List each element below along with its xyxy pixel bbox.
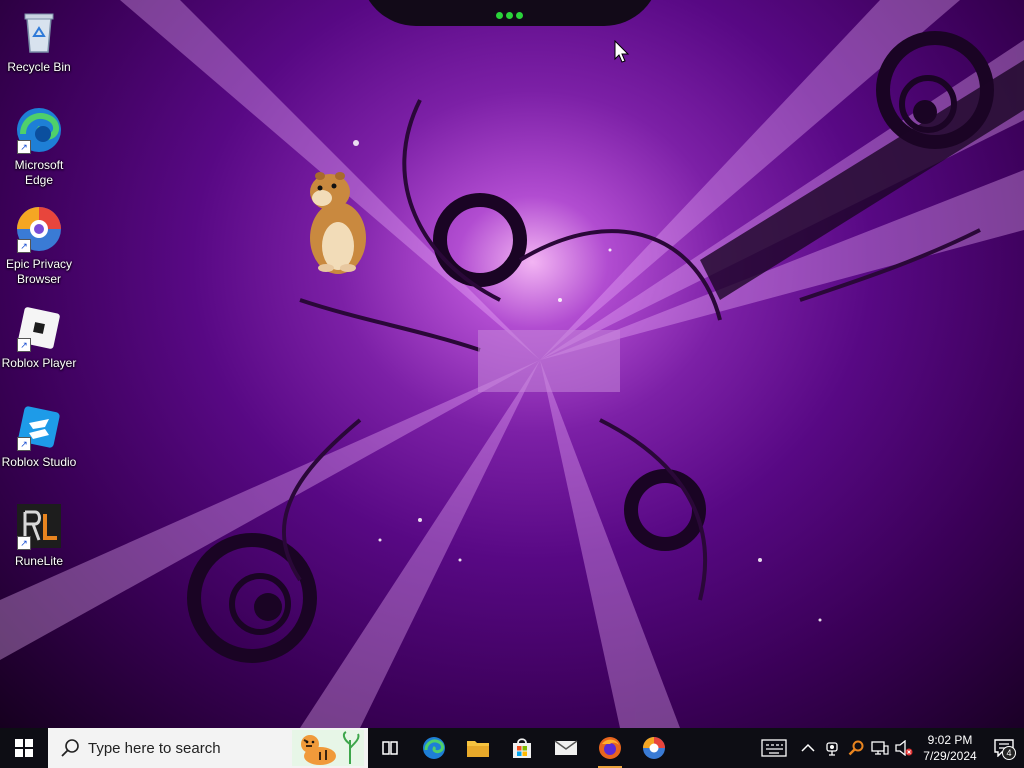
desktop-icon-epic-privacy-browser[interactable]: ↗ Epic Privacy Browser (1, 205, 77, 287)
chevron-up-icon (801, 743, 815, 752)
desktop-icon-label: Roblox Studio (1, 455, 77, 469)
shortcut-arrow-icon: ↗ (17, 239, 31, 253)
search-placeholder: Type here to search (88, 739, 221, 757)
taskbar-epic-privacy-browser[interactable] (632, 728, 676, 768)
mouse-cursor-icon (614, 40, 630, 63)
taskbar-firefox[interactable] (588, 728, 632, 768)
shortcut-arrow-icon: ↗ (17, 536, 31, 550)
roblox-icon: ↗ (15, 304, 63, 352)
volume-muted-icon (895, 740, 913, 756)
desktop-icon-recycle-bin[interactable]: Recycle Bin (1, 8, 77, 75)
firefox-icon (599, 737, 621, 759)
epic-browser-icon: ↗ (15, 205, 63, 253)
system-tray: 9:02 PM 7/29/2024 4 (752, 728, 1024, 768)
edge-icon (423, 737, 445, 759)
taskbar: Type here to search 9:02 PM 7/29/2024 4 (0, 728, 1024, 768)
edge-icon: ↗ (15, 106, 63, 154)
taskbar-file-explorer[interactable] (456, 728, 500, 768)
start-button[interactable] (0, 728, 48, 768)
keyboard-icon (761, 739, 787, 757)
tray-search-app-button[interactable] (844, 728, 868, 768)
desktop-icon-label: Microsoft Edge (14, 158, 64, 187)
desktop-icon-label: Recycle Bin (7, 60, 71, 74)
runelite-icon: ↗ (15, 502, 63, 550)
desktop-icon-microsoft-edge[interactable]: ↗ Microsoft Edge (1, 106, 77, 188)
roblox-studio-icon: ↗ (15, 403, 63, 451)
shortcut-arrow-icon: ↗ (17, 437, 31, 451)
folder-icon (467, 741, 489, 757)
search-highlight-tiger-icon[interactable] (292, 730, 364, 766)
tray-volume-button[interactable] (892, 728, 916, 768)
desktop-icon-label: RuneLite (14, 554, 64, 568)
clock-date: 7/29/2024 (923, 749, 977, 763)
notification-count-badge: 4 (1002, 746, 1016, 760)
task-view-button[interactable] (368, 728, 412, 768)
store-icon (513, 738, 531, 758)
desktop-icon-label: Roblox Player (1, 356, 77, 370)
action-center-button[interactable]: 4 (984, 728, 1024, 768)
status-dots (496, 6, 526, 19)
desktop-icon-label: Epic Privacy Browser (5, 257, 73, 286)
hamster-desktop-pet[interactable] (296, 168, 376, 278)
shortcut-arrow-icon: ↗ (17, 338, 31, 352)
taskbar-edge[interactable] (412, 728, 456, 768)
magnifier-tool-icon (848, 740, 864, 756)
search-icon (61, 739, 79, 757)
webcam-icon (826, 742, 838, 756)
task-view-icon (382, 741, 398, 755)
tray-network-button[interactable] (868, 728, 892, 768)
clock-time: 9:02 PM (927, 733, 973, 747)
show-hidden-icons-button[interactable] (796, 728, 820, 768)
network-icon (871, 741, 889, 755)
touch-keyboard-button[interactable] (752, 728, 796, 768)
taskbar-search-box[interactable]: Type here to search (48, 728, 368, 768)
tray-webcam-button[interactable] (820, 728, 844, 768)
desktop-wallpaper: Recycle Bin ↗ Microsoft Edge ↗ Epic Priv… (0, 0, 1024, 728)
mail-icon (554, 740, 578, 755)
epic-browser-icon (643, 737, 665, 759)
recycle-bin-icon (15, 8, 63, 56)
desktop-icon-roblox-player[interactable]: ↗ Roblox Player (1, 304, 77, 371)
taskbar-microsoft-store[interactable] (500, 728, 544, 768)
windows-logo-icon (15, 739, 33, 757)
shortcut-arrow-icon: ↗ (17, 140, 31, 154)
wallpaper-art (0, 0, 1024, 728)
top-banner-notch (360, 0, 660, 26)
desktop-icon-roblox-studio[interactable]: ↗ Roblox Studio (1, 403, 77, 470)
desktop-icon-runelite[interactable]: ↗ RuneLite (1, 502, 77, 569)
taskbar-mail[interactable] (544, 728, 588, 768)
taskbar-clock[interactable]: 9:02 PM 7/29/2024 (916, 732, 984, 764)
